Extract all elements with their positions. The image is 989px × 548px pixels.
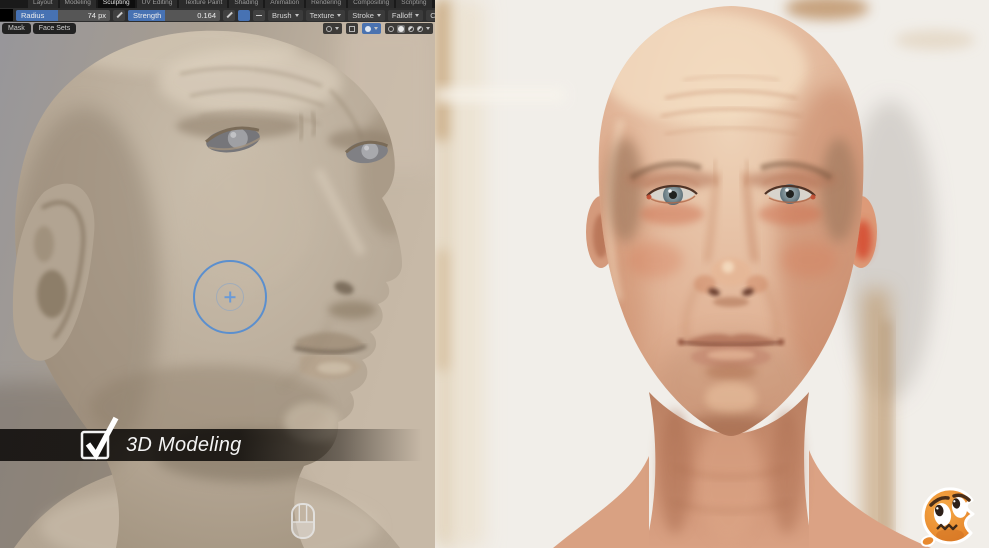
gizmo-icon — [326, 26, 332, 32]
strength-label: Strength — [133, 10, 161, 21]
viewport-mode-tabs: Mask Face Sets — [2, 23, 76, 34]
rendered-head-image — [435, 0, 989, 548]
chevron-down-icon — [295, 14, 299, 17]
gizmo-dropdown-button[interactable] — [323, 23, 342, 34]
workspace-tab-sculpting[interactable]: Sculpting — [98, 0, 135, 8]
video-frame: Layout Modeling Sculpting UV Editing Tex… — [0, 0, 989, 548]
minus-icon — [256, 15, 262, 17]
mascot-logo — [915, 483, 989, 548]
face-sets-tab[interactable]: Face Sets — [33, 23, 77, 34]
chevron-down-icon — [337, 14, 341, 17]
pressure-toggle[interactable] — [238, 10, 250, 21]
falloff-dropdown[interactable]: Falloff — [388, 10, 423, 21]
tool-icon-placeholder — [0, 9, 13, 21]
workspace-tabbar: Layout Modeling Sculpting UV Editing Tex… — [0, 0, 435, 8]
checkbox-icon — [76, 414, 120, 466]
workspace-tab-uv-editing[interactable]: UV Editing — [137, 0, 178, 8]
chevron-down-icon — [335, 27, 339, 30]
mouse-icon — [289, 502, 319, 542]
strength-value: 0.164 — [197, 10, 216, 21]
xray-icon — [349, 26, 355, 32]
viewport-header-icons — [323, 23, 433, 34]
brush-crosshair — [229, 292, 231, 303]
blender-panel: Layout Modeling Sculpting UV Editing Tex… — [0, 0, 435, 548]
chevron-down-icon — [377, 14, 381, 17]
radius-label: Radius — [21, 10, 44, 21]
workspace-tab-compositing[interactable]: Compositing — [348, 0, 394, 8]
brush-dropdown[interactable]: Brush — [268, 10, 303, 21]
pencil-icon — [116, 12, 122, 18]
workspace-tab-texture-paint[interactable]: Texture Paint — [179, 0, 227, 8]
render-preview-panel — [435, 0, 989, 548]
workspace-tab-rendering[interactable]: Rendering — [306, 0, 346, 8]
solid-shading-active[interactable] — [397, 25, 405, 33]
material-preview-icon[interactable] — [408, 26, 414, 32]
workspace-tab-layout[interactable]: Layout — [28, 0, 58, 8]
workspace-tab-scripting[interactable]: Scripting — [396, 0, 431, 8]
strength-animate-button[interactable] — [223, 10, 235, 21]
chevron-down-icon — [415, 14, 419, 17]
brush-dropdown-label: Brush — [272, 11, 292, 20]
chevron-down-icon — [374, 27, 378, 30]
xray-toggle-button[interactable] — [346, 23, 358, 34]
overlays-dropdown-button[interactable] — [362, 23, 381, 34]
tool-settings-bar: Radius 74 px Strength 0.164 Brush Textur… — [0, 8, 435, 22]
stroke-dropdown[interactable]: Stroke — [348, 10, 385, 21]
solid-shading-icon — [398, 26, 404, 32]
workspace-tab-modeling[interactable]: Modeling — [60, 0, 96, 8]
brush-cursor-circle — [193, 260, 267, 334]
radius-value: 74 px — [88, 10, 106, 21]
overlays-icon — [365, 26, 371, 32]
shading-mode-cluster — [385, 23, 433, 34]
caption-text: 3D Modeling — [126, 429, 242, 461]
workspace-tab-animation[interactable]: Animation — [265, 0, 304, 8]
caption-banner: 3D Modeling — [0, 429, 435, 461]
pencil-icon — [226, 12, 232, 18]
texture-dropdown[interactable]: Texture — [306, 10, 346, 21]
sculpt-viewport[interactable]: Mask Face Sets — [0, 22, 435, 548]
wireframe-shading-icon[interactable] — [388, 26, 394, 32]
falloff-dropdown-label: Falloff — [392, 11, 412, 20]
radius-animate-button[interactable] — [113, 10, 125, 21]
mask-tab[interactable]: Mask — [2, 23, 31, 34]
workspace-tab-shading[interactable]: Shading — [229, 0, 263, 8]
rendered-shading-icon[interactable] — [417, 26, 423, 32]
stroke-dropdown-label: Stroke — [352, 11, 374, 20]
chevron-down-icon — [426, 27, 430, 30]
texture-dropdown-label: Texture — [310, 11, 335, 20]
strength-slider[interactable]: Strength 0.164 — [128, 10, 220, 21]
radius-slider[interactable]: Radius 74 px — [16, 10, 110, 21]
direction-toggle[interactable] — [253, 10, 265, 21]
